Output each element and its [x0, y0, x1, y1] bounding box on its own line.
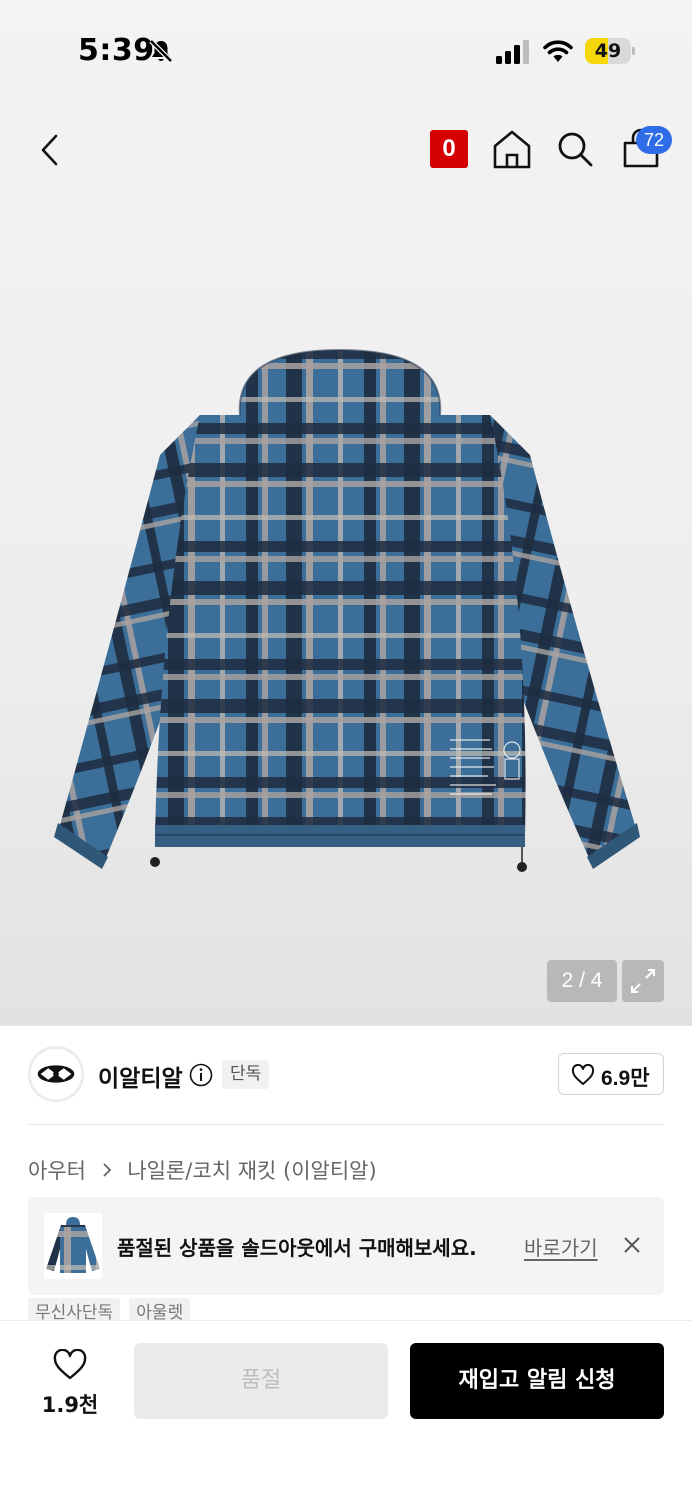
battery-indicator: 49 [585, 38, 635, 64]
expand-icon[interactable] [622, 960, 664, 1002]
brand-like-button[interactable]: 6.9만 [558, 1053, 664, 1095]
cart-count-badge: 72 [636, 126, 672, 154]
soldout-banner: 품절된 상품을 솔드아웃에서 구매해보세요. 바로가기 [28, 1197, 664, 1295]
image-pager: 2 / 4 [547, 960, 617, 1002]
search-icon[interactable] [556, 130, 594, 168]
battery-percent: 49 [594, 40, 622, 62]
top-navigation: 0 [0, 120, 692, 184]
info-icon[interactable] [189, 1063, 213, 1087]
breadcrumb-subcategory[interactable]: 나일론/코치 재킷 (이알티알) [127, 1159, 376, 1183]
soldout-banner-link[interactable]: 바로가기 [524, 1232, 598, 1261]
close-icon[interactable] [622, 1235, 642, 1255]
bell-muted-icon [149, 39, 173, 63]
heart-icon [571, 1064, 595, 1085]
banner-product-thumbnail [44, 1213, 102, 1279]
wishlist-button[interactable]: 1.9천 [30, 1345, 110, 1425]
chevron-right-icon [103, 1163, 111, 1177]
exclusive-badge: 단독 [222, 1060, 270, 1089]
bottom-action-bar: 1.9천 품절 재입고 알림 신청 [0, 1320, 692, 1500]
brand-name[interactable]: 이알티알 [98, 1059, 183, 1093]
divider [28, 1124, 664, 1125]
wifi-icon [543, 40, 573, 62]
soldout-button: 품절 [134, 1343, 388, 1419]
brand-logo[interactable] [28, 1046, 84, 1102]
product-photo[interactable] [50, 345, 640, 880]
brand-row: 이알티알 단독 6.9만 [28, 1046, 664, 1104]
home-icon[interactable] [492, 129, 532, 169]
cellular-signal-icon [496, 40, 529, 64]
musinsa-zero-button[interactable]: 0 [430, 130, 468, 168]
heart-icon [53, 1349, 87, 1380]
back-icon[interactable] [34, 130, 68, 170]
wishlist-count: 1.9천 [41, 1393, 99, 1417]
soldout-banner-message: 품절된 상품을 솔드아웃에서 구매해보세요. [117, 1236, 477, 1260]
status-time: 5:39 [78, 33, 155, 68]
brand-like-count: 6.9만 [601, 1067, 650, 1090]
status-bar: 5:39 49 [0, 0, 692, 100]
breadcrumb-category[interactable]: 아우터 [28, 1159, 86, 1183]
restock-alert-button[interactable]: 재입고 알림 신청 [410, 1343, 664, 1419]
breadcrumb: 아우터 나일론/코치 재킷 (이알티알) [28, 1155, 377, 1185]
